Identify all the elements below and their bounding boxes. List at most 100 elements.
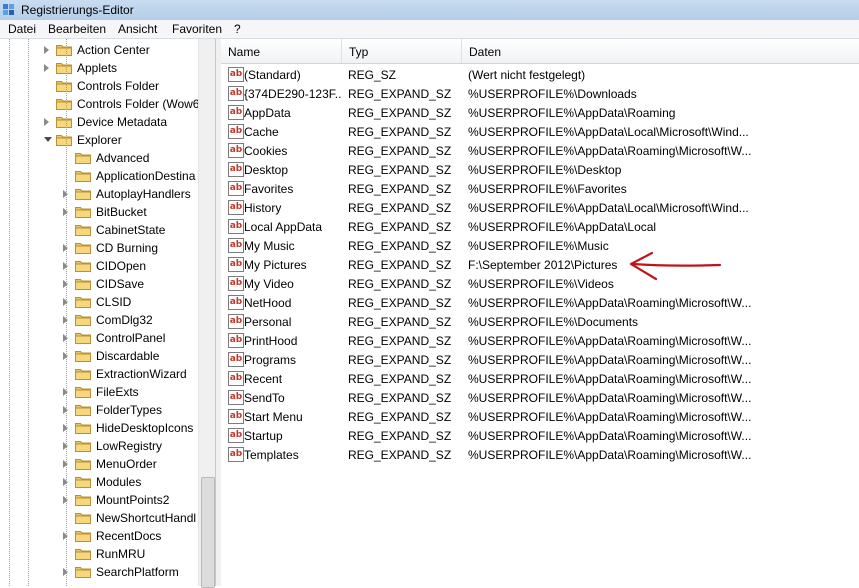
value-row[interactable]: ab Desktop REG_EXPAND_SZ %USERPROFILE%\Desk… — [221, 160, 859, 179]
value-row[interactable]: ab My Pictures REG_EXPAND_SZ F:\September 2… — [221, 255, 859, 274]
string-value-icon: ab — [228, 314, 244, 329]
menu-ansicht[interactable]: Ansicht — [118, 22, 157, 36]
tree-node[interactable]: Advanced — [0, 149, 198, 167]
tree-node[interactable]: ApplicationDestina — [0, 167, 198, 185]
tree-node-label: FileExts — [96, 385, 139, 399]
tree-node[interactable]: NewShortcutHandl — [0, 509, 198, 527]
value-row[interactable]: ab {374DE290-123F... REG_EXPAND_SZ %USERPRO… — [221, 84, 859, 103]
tree-node-label: Advanced — [96, 151, 150, 165]
value-type-cell: REG_EXPAND_SZ — [348, 296, 452, 310]
string-value-icon: ab — [228, 371, 244, 386]
value-name-cell: SendTo — [244, 391, 285, 405]
menu-favoriten[interactable]: Favoriten — [172, 22, 222, 36]
tree-node[interactable]: Applets — [0, 59, 198, 77]
menu-bar: Datei Bearbeiten Ansicht Favoriten ? — [0, 20, 859, 39]
expand-arrow-icon[interactable] — [44, 64, 49, 72]
tree-node[interactable]: Discardable — [0, 347, 198, 365]
value-data-cell: %USERPROFILE%\Downloads — [468, 87, 637, 101]
expand-arrow-icon[interactable] — [44, 46, 49, 54]
expand-arrow-icon[interactable] — [44, 118, 49, 126]
tree-node[interactable]: ControlPanel — [0, 329, 198, 347]
menu-bearbeiten[interactable]: Bearbeiten — [48, 22, 106, 36]
value-type-cell: REG_EXPAND_SZ — [348, 182, 452, 196]
string-value-icon: ab — [228, 333, 244, 348]
scrollbar-thumb[interactable] — [201, 477, 215, 588]
value-type-cell: REG_EXPAND_SZ — [348, 201, 452, 215]
folder-icon — [75, 314, 91, 326]
value-name-cell: My Pictures — [244, 258, 307, 272]
folder-icon — [75, 332, 91, 344]
column-header-name[interactable]: Name — [221, 39, 342, 63]
tree-node[interactable]: CIDOpen — [0, 257, 198, 275]
column-header-data[interactable]: Daten — [462, 39, 858, 63]
value-row[interactable]: ab History REG_EXPAND_SZ %USERPROFILE%\AppD… — [221, 198, 859, 217]
value-data-cell: (Wert nicht festgelegt) — [468, 68, 586, 82]
tree-node-label: CD Burning — [96, 241, 159, 255]
tree-node[interactable]: ExtractionWizard — [0, 365, 198, 383]
tree-node-label: ComDlg32 — [96, 313, 153, 327]
tree-node-label: FolderTypes — [96, 403, 163, 417]
tree-node[interactable]: Device Metadata — [0, 113, 198, 131]
value-row[interactable]: ab AppData REG_EXPAND_SZ %USERPROFILE%\AppD… — [221, 103, 859, 122]
tree-node[interactable]: CIDSave — [0, 275, 198, 293]
column-header-type[interactable]: Typ — [342, 39, 462, 63]
folder-icon — [56, 116, 72, 128]
value-row[interactable]: ab Startup REG_EXPAND_SZ %USERPROFILE%\AppD… — [221, 426, 859, 445]
tree-node[interactable]: Controls Folder (Wow6 — [0, 95, 199, 113]
value-row[interactable]: ab Local AppData REG_EXPAND_SZ %USERPROFILE… — [221, 217, 859, 236]
tree-node[interactable]: HideDesktopIcons — [0, 419, 198, 437]
values-list[interactable]: Name Typ Daten ab (Standard) REG_SZ (Wert n… — [221, 39, 859, 586]
tree-node[interactable]: Modules — [0, 473, 198, 491]
tree-node[interactable]: Explorer — [0, 131, 198, 149]
tree-vertical-scrollbar[interactable] — [198, 39, 216, 588]
value-row[interactable]: ab Favorites REG_EXPAND_SZ %USERPROFILE%\Fa… — [221, 179, 859, 198]
value-row[interactable]: ab Start Menu REG_EXPAND_SZ %USERPROFILE%\A… — [221, 407, 859, 426]
tree-node[interactable]: AutoplayHandlers — [0, 185, 198, 203]
tree-node[interactable]: CLSID — [0, 293, 198, 311]
tree-node[interactable]: Controls Folder — [0, 77, 198, 95]
value-data-cell: %USERPROFILE%\AppData\Roaming\Microsoft\… — [468, 410, 752, 424]
value-data-cell: %USERPROFILE%\AppData\Local\Microsoft\Wi… — [468, 125, 749, 139]
value-row[interactable]: ab Recent REG_EXPAND_SZ %USERPROFILE%\AppDa… — [221, 369, 859, 388]
tree-node[interactable]: MenuOrder — [0, 455, 198, 473]
tree-node[interactable]: LowRegistry — [0, 437, 198, 455]
value-data-cell: %USERPROFILE%\Music — [468, 239, 609, 253]
tree-node[interactable]: RecentDocs — [0, 527, 198, 545]
tree-node[interactable]: SearchPlatform — [0, 563, 198, 581]
tree-node[interactable]: CabinetState — [0, 221, 198, 239]
value-row[interactable]: ab NetHood REG_EXPAND_SZ %USERPROFILE%\AppD… — [221, 293, 859, 312]
value-data-cell: %USERPROFILE%\AppData\Roaming\Microsoft\… — [468, 429, 752, 443]
folder-icon — [75, 512, 91, 524]
registry-tree[interactable]: Action Center Applets Controls Folder Contr… — [0, 39, 215, 586]
value-row[interactable]: ab My Video REG_EXPAND_SZ %USERPROFILE%\Vid… — [221, 274, 859, 293]
value-name-cell: Personal — [244, 315, 292, 329]
tree-node[interactable]: CD Burning — [0, 239, 198, 257]
tree-node[interactable]: RunMRU — [0, 545, 198, 563]
collapse-arrow-icon[interactable] — [44, 137, 52, 142]
value-row[interactable]: ab Templates REG_EXPAND_SZ %USERPROFILE%\Ap… — [221, 445, 859, 464]
value-name-cell: PrintHood — [244, 334, 298, 348]
tree-node[interactable]: Action Center — [0, 41, 198, 59]
tree-node[interactable]: FileExts — [0, 383, 198, 401]
folder-icon — [75, 188, 91, 200]
tree-node[interactable]: FolderTypes — [0, 401, 198, 419]
value-row[interactable]: ab PrintHood REG_EXPAND_SZ %USERPROFILE%\Ap… — [221, 331, 859, 350]
value-row[interactable]: ab Cache REG_EXPAND_SZ %USERPROFILE%\AppDat… — [221, 122, 859, 141]
value-row[interactable]: ab SendTo REG_EXPAND_SZ %USERPROFILE%\AppDa… — [221, 388, 859, 407]
tree-guide-line — [28, 39, 29, 586]
value-row[interactable]: ab Programs REG_EXPAND_SZ %USERPROFILE%\App… — [221, 350, 859, 369]
folder-icon — [75, 278, 91, 290]
tree-guide-line — [9, 39, 10, 586]
value-row[interactable]: ab (Standard) REG_SZ (Wert nicht festgelegt… — [221, 65, 859, 84]
folder-icon — [56, 44, 72, 56]
tree-node[interactable]: MountPoints2 — [0, 491, 198, 509]
menu-help[interactable]: ? — [234, 22, 241, 36]
menu-datei[interactable]: Datei — [8, 22, 36, 36]
value-row[interactable]: ab Personal REG_EXPAND_SZ %USERPROFILE%\Doc… — [221, 312, 859, 331]
tree-node-label: Explorer — [77, 133, 122, 147]
tree-node[interactable]: BitBucket — [0, 203, 198, 221]
value-row[interactable]: ab Cookies REG_EXPAND_SZ %USERPROFILE%\AppD… — [221, 141, 859, 160]
tree-node[interactable]: ComDlg32 — [0, 311, 198, 329]
value-row[interactable]: ab My Music REG_EXPAND_SZ %USERPROFILE%\Mus… — [221, 236, 859, 255]
value-data-cell: %USERPROFILE%\AppData\Roaming\Microsoft\… — [468, 144, 752, 158]
